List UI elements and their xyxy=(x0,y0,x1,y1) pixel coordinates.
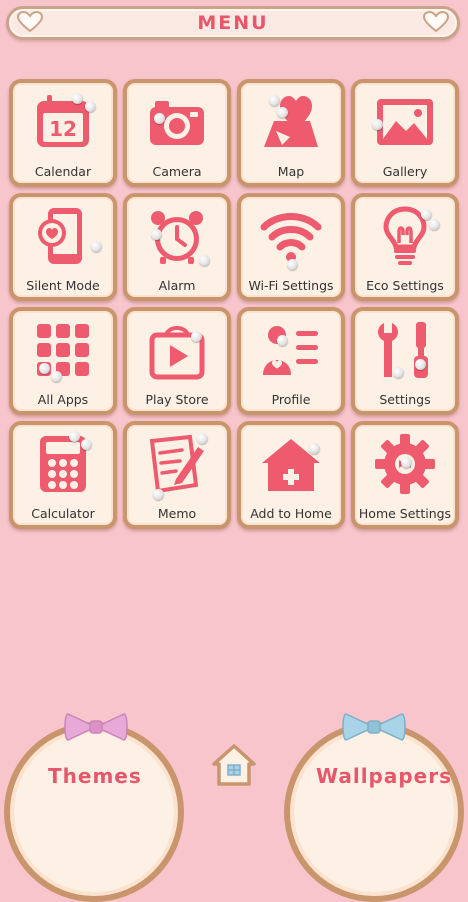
tile-map[interactable]: Map xyxy=(237,79,345,187)
tile-label: Gallery xyxy=(382,164,428,179)
tile-label: Alarm xyxy=(158,278,196,293)
play-store-icon xyxy=(149,326,205,380)
pearl-decoration xyxy=(199,255,210,266)
pearl-decoration xyxy=(421,209,432,220)
pink-bow-icon xyxy=(64,713,128,741)
pearl-decoration xyxy=(429,219,440,230)
tile-label: Add to Home xyxy=(250,506,332,521)
pearl-decoration xyxy=(269,95,280,106)
pearl-decoration xyxy=(401,457,412,468)
tile-home-settings[interactable]: Home Settings xyxy=(351,421,459,529)
pearl-decoration xyxy=(197,433,208,444)
tile-label: Camera xyxy=(152,164,202,179)
wallpapers-button[interactable] xyxy=(284,722,464,902)
tile-label: Play Store xyxy=(145,392,209,407)
tile-label: Memo xyxy=(157,506,197,521)
pearl-decoration xyxy=(154,113,165,124)
pearl-decoration xyxy=(51,371,62,382)
tile-alarm[interactable]: Alarm xyxy=(123,193,231,301)
pearl-decoration xyxy=(69,431,80,442)
pearl-decoration xyxy=(91,241,102,252)
pearl-decoration xyxy=(81,439,92,450)
tile-settings[interactable]: Settings xyxy=(351,307,459,415)
wallpapers-label[interactable]: Wallpapers xyxy=(316,764,452,788)
tile-label: Silent Mode xyxy=(26,278,100,293)
pearl-decoration xyxy=(153,489,164,500)
themes-label[interactable]: Themes xyxy=(48,764,142,788)
tile-calculator[interactable]: Calculator xyxy=(9,421,117,529)
pearl-decoration xyxy=(309,443,320,454)
tile-memo[interactable]: Memo xyxy=(123,421,231,529)
gallery-icon xyxy=(377,99,433,145)
wifi-icon xyxy=(260,213,322,262)
tile-play-store[interactable]: Play Store xyxy=(123,307,231,415)
pearl-decoration xyxy=(393,367,404,378)
tile-label: All Apps xyxy=(37,392,89,407)
pearl-decoration xyxy=(277,335,288,346)
app-grid: 12 Calendar Camera Map Gallery Silent Mo… xyxy=(9,79,461,529)
tile-add-to-home[interactable]: Add to Home xyxy=(237,421,345,529)
menu-header: MENU xyxy=(6,6,460,40)
profile-icon xyxy=(263,326,318,375)
pearl-decoration xyxy=(372,119,383,130)
tile-label: Eco Settings xyxy=(366,278,444,293)
tile-gallery[interactable]: Gallery xyxy=(351,79,459,187)
pearl-decoration xyxy=(287,259,298,270)
tile-all-apps[interactable]: All Apps xyxy=(9,307,117,415)
heart-icon xyxy=(423,11,449,33)
pearl-decoration xyxy=(191,331,202,342)
tile-label: Profile xyxy=(271,392,311,407)
tile-calendar[interactable]: 12 Calendar xyxy=(9,79,117,187)
pearl-decoration xyxy=(39,363,50,374)
blue-bow-icon xyxy=(342,713,406,741)
home-icon[interactable] xyxy=(210,740,258,788)
tile-camera[interactable]: Camera xyxy=(123,79,231,187)
tile-profile[interactable]: Profile xyxy=(237,307,345,415)
pearl-decoration xyxy=(85,101,96,112)
tile-eco-settings[interactable]: Eco Settings xyxy=(351,193,459,301)
tile-silent-mode[interactable]: Silent Mode xyxy=(9,193,117,301)
tools-icon xyxy=(378,322,428,378)
themes-button[interactable] xyxy=(4,722,184,902)
tile-label: Map xyxy=(277,164,305,179)
tile-label: Settings xyxy=(379,392,431,407)
pearl-decoration xyxy=(277,107,288,118)
menu-title: MENU xyxy=(197,12,269,34)
tile-label: Calendar xyxy=(34,164,92,179)
silent-mode-icon xyxy=(38,208,82,264)
calendar-icon: 12 xyxy=(37,95,89,147)
pearl-decoration xyxy=(72,93,83,104)
tile-label: Wi-Fi Settings xyxy=(248,278,334,293)
pearl-decoration xyxy=(151,229,162,240)
calendar-day: 12 xyxy=(49,117,77,141)
tile-label: Calculator xyxy=(31,506,95,521)
pearl-decoration xyxy=(415,359,426,370)
tile-wifi-settings[interactable]: Wi-Fi Settings xyxy=(237,193,345,301)
tile-label: Home Settings xyxy=(358,506,452,521)
